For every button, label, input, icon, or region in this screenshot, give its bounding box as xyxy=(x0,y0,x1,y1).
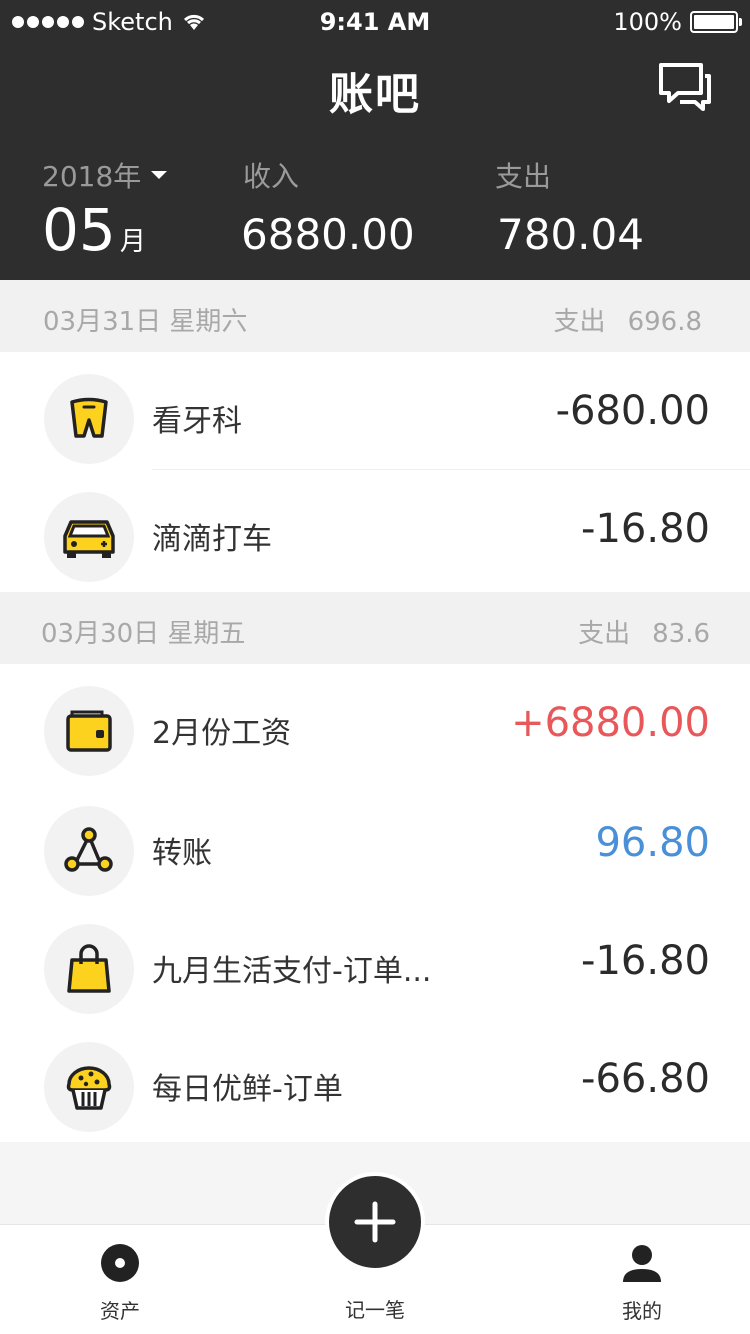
day-date: 03月30日 星期五 xyxy=(41,619,246,649)
transaction-amount: 96.80 xyxy=(595,820,710,866)
battery-percent: 100% xyxy=(613,8,682,36)
expense-label: 支出 xyxy=(495,160,552,193)
income-label: 收入 xyxy=(243,160,300,193)
transaction-title: 每日优鲜-订单 xyxy=(152,1072,343,1107)
status-bar: Sketch 9:41 AM 100% xyxy=(0,0,750,44)
transaction-amount: -680.00 xyxy=(555,388,710,434)
transaction-title: 九月生活支付-订单... xyxy=(152,954,432,989)
transaction-amount: -16.80 xyxy=(581,506,710,552)
transaction-amount: +6880.00 xyxy=(511,700,710,746)
day-sum-label: 支出 xyxy=(553,307,606,337)
battery-icon xyxy=(690,11,742,33)
transaction-row[interactable]: 转账 96.80 xyxy=(0,784,750,902)
cupcake-icon xyxy=(44,1042,134,1132)
day-header: 03月31日 星期六 支出 696.8 xyxy=(0,280,750,352)
transaction-row[interactable]: 滴滴打车 -16.80 xyxy=(0,470,750,588)
caret-down-icon xyxy=(151,171,168,179)
transaction-title: 看牙科 xyxy=(152,404,242,439)
day-sum-value: 83.6 xyxy=(652,619,710,649)
header: Sketch 9:41 AM 100% 账吧 2018年 05 月 收入 6880… xyxy=(0,0,750,280)
transfer-icon xyxy=(44,806,134,896)
transaction-title: 2月份工资 xyxy=(152,716,292,751)
income-value: 6880.00 xyxy=(241,210,415,259)
user-icon xyxy=(623,1245,661,1282)
tab-me-label: 我的 xyxy=(622,1299,662,1323)
transaction-row[interactable]: 看牙科 -680.00 xyxy=(0,352,750,470)
car-icon xyxy=(44,492,134,582)
transaction-amount: -66.80 xyxy=(581,1056,710,1102)
month-number: 05 xyxy=(42,196,116,264)
day-sum: 支出 696.8 xyxy=(554,301,702,338)
assets-icon xyxy=(101,1244,139,1282)
transaction-list: 2月份工资 +6880.00 转账 96.80 九月生活支付-订单... -16… xyxy=(0,664,750,1142)
tooth-icon xyxy=(44,374,134,464)
add-record-label: 记一笔 xyxy=(345,1298,405,1322)
year-selector[interactable]: 2018年 xyxy=(42,155,168,195)
year-label: 2018年 xyxy=(42,160,142,193)
transaction-title: 转账 xyxy=(152,836,212,871)
wallet-icon xyxy=(44,686,134,776)
transaction-title: 滴滴打车 xyxy=(152,522,272,557)
plus-icon xyxy=(354,1201,396,1243)
transaction-row[interactable]: 每日优鲜-订单 -66.80 xyxy=(0,1020,750,1142)
transaction-row[interactable]: 2月份工资 +6880.00 xyxy=(0,664,750,784)
day-header: 03月30日 星期五 支出 83.6 xyxy=(0,592,750,664)
month-display: 05 月 xyxy=(42,196,146,264)
transaction-list: 看牙科 -680.00 滴滴打车 -16.80 xyxy=(0,352,750,592)
tab-assets[interactable]: 资产 xyxy=(60,1225,180,1334)
transaction-amount: -16.80 xyxy=(581,938,710,984)
message-icon[interactable] xyxy=(658,62,712,112)
day-sum-value: 696.8 xyxy=(627,307,702,337)
month-unit: 月 xyxy=(119,227,146,257)
add-record-button[interactable] xyxy=(325,1172,425,1272)
day-sum-label: 支出 xyxy=(578,619,631,649)
expense-value: 780.04 xyxy=(497,210,644,259)
shopping-bag-icon xyxy=(44,924,134,1014)
transaction-row[interactable]: 九月生活支付-订单... -16.80 xyxy=(0,902,750,1020)
tab-me[interactable]: 我的 xyxy=(582,1225,702,1334)
tab-assets-label: 资产 xyxy=(100,1299,140,1323)
battery-group: 100% xyxy=(613,8,742,36)
day-date: 03月31日 星期六 xyxy=(43,307,248,337)
app-title: 账吧 xyxy=(329,69,421,120)
day-sum: 支出 83.6 xyxy=(578,613,710,650)
